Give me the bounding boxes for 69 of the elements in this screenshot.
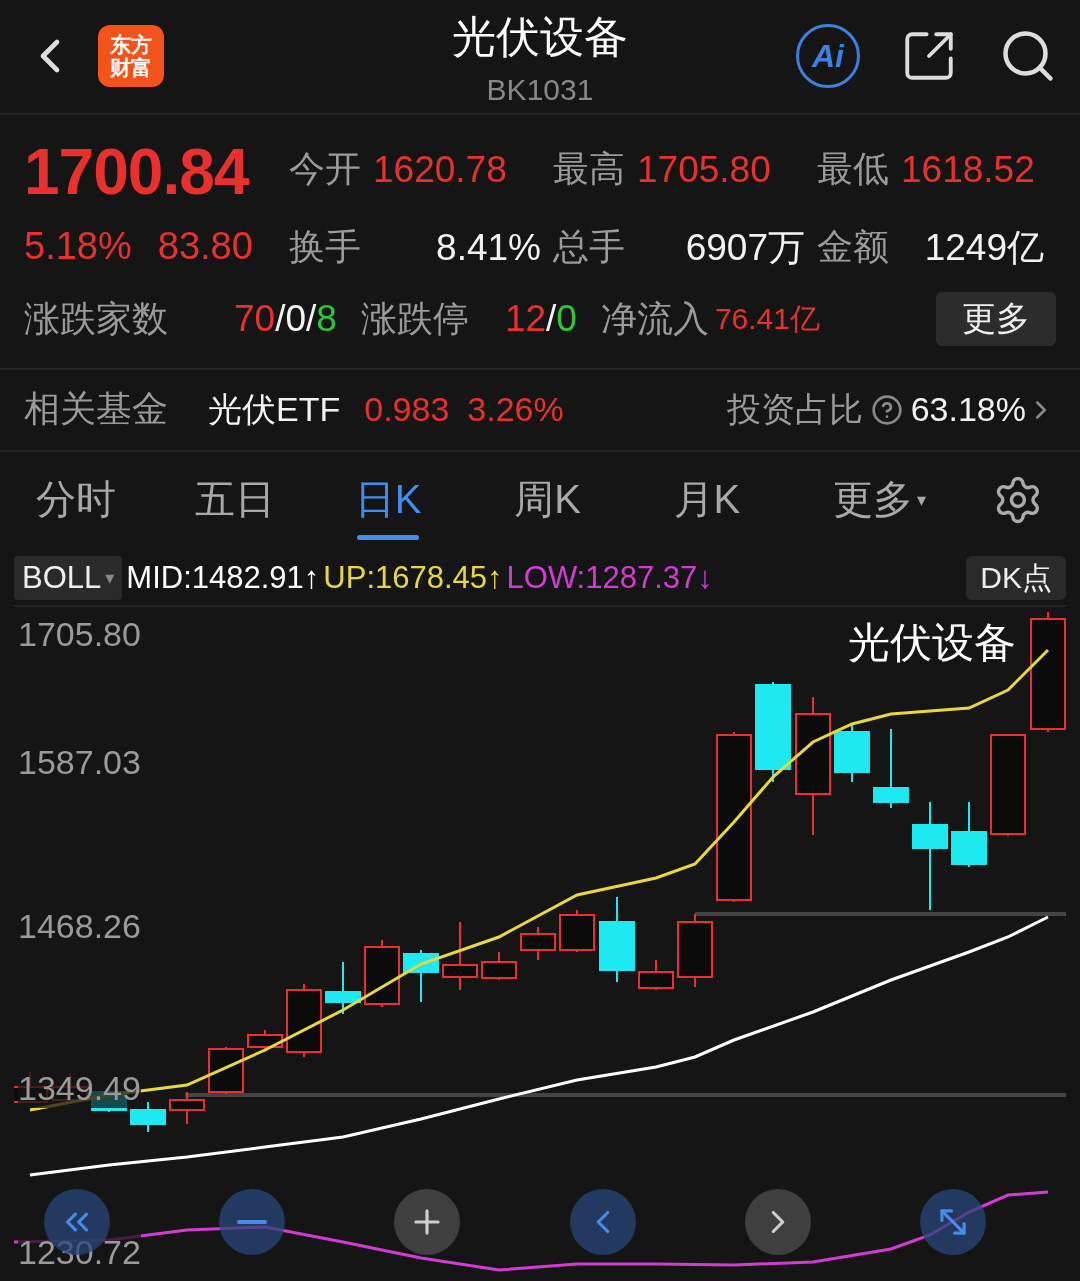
stat-value: 1618.52: [901, 148, 1035, 191]
inflow-value: 76.41亿: [714, 300, 820, 337]
fund-price: 0.983: [364, 390, 450, 430]
candle: [169, 1091, 205, 1125]
limit-count: 0: [556, 298, 577, 341]
current-price: 1700.84: [24, 134, 250, 210]
indicator-value: UP:1678.45↑: [323, 560, 503, 597]
candle: [638, 959, 674, 991]
stat-label: 今开: [289, 147, 361, 192]
stat-value: 1705.80: [637, 148, 771, 191]
change-amount: 83.80: [157, 223, 253, 269]
indicator-value: MID:1482.91↑: [126, 560, 320, 597]
candle: [481, 951, 517, 981]
change-percent: 5.18%: [24, 223, 132, 269]
stat-value: 8.41%: [436, 226, 541, 269]
stat-value: 6907万: [685, 225, 805, 270]
candle: [834, 723, 870, 783]
minus-icon: [237, 1220, 268, 1224]
fund-change: 3.26%: [467, 390, 564, 430]
inflow-label: 净流入: [600, 296, 709, 341]
period-tab[interactable]: 五日: [195, 459, 355, 540]
sector-code: BK1031: [486, 73, 594, 107]
fund-label: 相关基金: [24, 387, 169, 432]
limit-label: 涨跌停: [360, 296, 469, 341]
stat-label: 总手: [553, 225, 625, 270]
breadth-count: 70: [234, 298, 276, 341]
indicator-select[interactable]: BOLL▾: [14, 556, 123, 601]
stat-label: 换手: [289, 225, 361, 270]
candle: [325, 961, 361, 1015]
price-axis-label: 1349.49: [18, 1069, 141, 1108]
limit-count: /: [546, 298, 557, 341]
breadth-label: 涨跌家数: [24, 296, 169, 341]
dk-button[interactable]: DK点: [966, 556, 1066, 601]
period-tab[interactable]: 周K: [514, 459, 674, 540]
ratio-value: 63.18%: [910, 390, 1026, 430]
help-icon[interactable]: [870, 393, 903, 426]
candle: [403, 949, 439, 1003]
breadth-count: 0: [285, 298, 306, 341]
candle: [559, 909, 595, 953]
caret-icon: ▾: [916, 488, 926, 511]
fund-name[interactable]: 光伏ETF: [208, 386, 341, 433]
breadth-count: 8: [316, 298, 337, 341]
breadth-count: /: [306, 298, 317, 341]
candle: [951, 801, 987, 868]
stat-label: 金额: [817, 225, 889, 270]
period-tab[interactable]: 分时: [36, 459, 196, 540]
caret-icon: ▾: [105, 567, 115, 590]
period-tab[interactable]: 日K: [354, 459, 515, 540]
breadth-count: /: [275, 298, 286, 341]
candle: [130, 1101, 166, 1133]
more-button[interactable]: 更多: [936, 292, 1056, 347]
limit-count: 12: [504, 298, 547, 341]
stat-value: 1620.78: [373, 148, 507, 191]
candle: [442, 921, 478, 991]
stat-label: 最低: [817, 147, 889, 192]
page-title: 光伏设备: [452, 11, 628, 63]
ratio-label: 投资占比: [726, 388, 863, 430]
chart-title: 光伏设备: [848, 618, 1016, 668]
stat-value: 1249亿: [924, 225, 1044, 270]
period-tab[interactable]: 月K: [673, 459, 833, 540]
ai-button[interactable]: Ai: [796, 24, 860, 89]
stat-label: 最高: [553, 147, 625, 192]
candle: [520, 926, 556, 961]
candle: [208, 1046, 244, 1095]
app-logo: 东方 财富: [98, 25, 164, 88]
candle: [364, 939, 400, 1008]
indicator-value: LOW:1287.37↓: [506, 560, 713, 597]
candle: [247, 1029, 283, 1053]
period-tab[interactable]: 更多▾: [832, 459, 993, 540]
